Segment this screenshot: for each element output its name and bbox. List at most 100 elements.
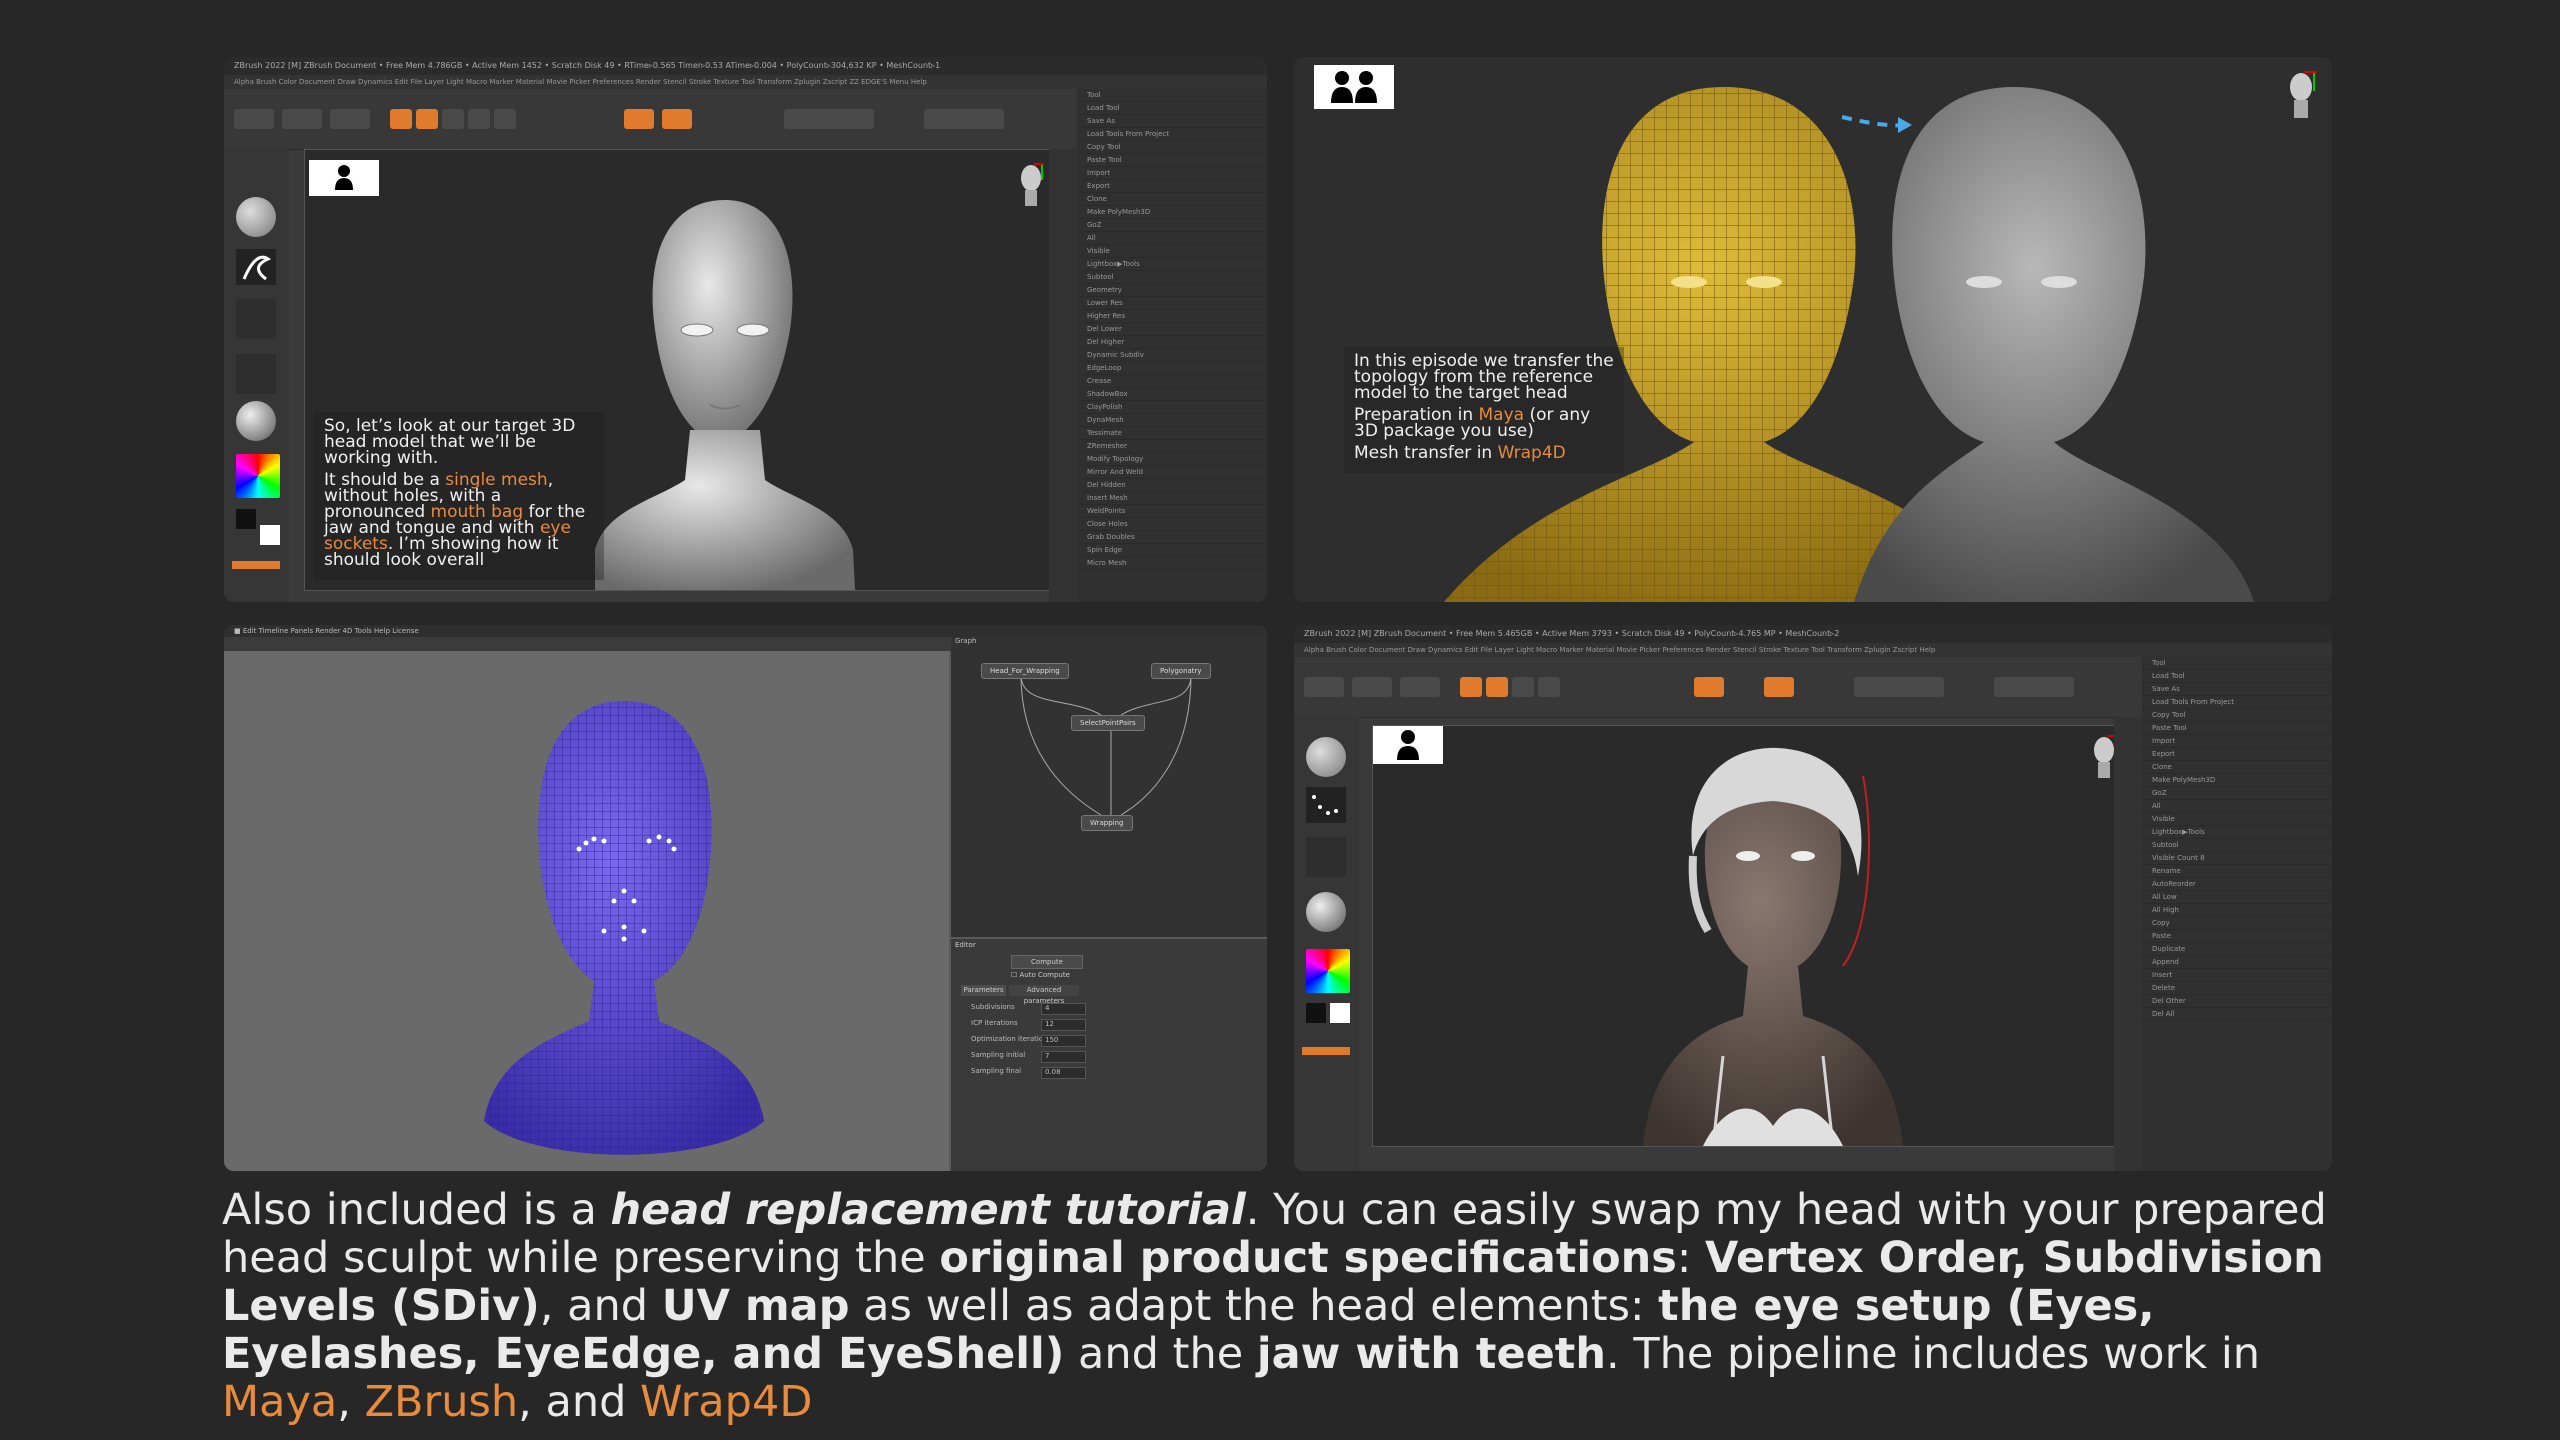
main-color-swatch[interactable] [1306,1003,1326,1023]
tool-palette-item[interactable]: ZRemesher [1077,440,1267,453]
live-boolean-button[interactable] [330,109,370,129]
scale-mode-button[interactable] [1538,677,1560,697]
field-icp-iterations[interactable]: ICP iterations 12 [971,1019,1086,1031]
zbrush-menu-bar[interactable]: Alpha Brush Color Document Draw Dynamics… [224,75,1267,89]
tool-palette-item[interactable]: All High [2142,904,2332,917]
material-thumbnail[interactable] [236,401,276,441]
color-picker[interactable] [236,454,280,498]
live-boolean-button[interactable] [1400,677,1440,697]
color-picker[interactable] [1306,949,1350,993]
tool-palette-item[interactable]: Clone [2142,761,2332,774]
tool-palette-item[interactable]: AutoReorder [2142,878,2332,891]
tool-palette-item[interactable]: Visible [2142,813,2332,826]
node-head-for-wrapping[interactable]: Head_For_Wrapping [981,663,1069,679]
mrgb-toggle[interactable] [1694,677,1724,697]
edit-mode-button[interactable] [1460,677,1482,697]
tool-palette-item[interactable]: Duplicate [2142,943,2332,956]
mrgb-toggle[interactable] [624,109,654,129]
tool-palette-item[interactable]: Spin Edge [1077,544,1267,557]
tool-palette-item[interactable]: Micro Mesh [1077,557,1267,570]
tool-palette-item[interactable]: ShadowBox [1077,388,1267,401]
tool-palette-item[interactable]: Load Tools From Project [2142,696,2332,709]
tool-palette-item[interactable]: Import [1077,167,1267,180]
tool-palette-item[interactable]: Copy [2142,917,2332,930]
tool-palette-item[interactable]: All [1077,232,1267,245]
main-color-swatch[interactable] [236,509,256,529]
tool-palette-item[interactable]: Export [1077,180,1267,193]
alternate-button[interactable] [232,561,280,569]
tool-palette-item[interactable]: Lightbox▶Tools [1077,258,1267,271]
tool-palette-item[interactable]: Export [2142,748,2332,761]
field-sampling-initial[interactable]: Sampling initial 7 [971,1051,1086,1063]
lightbox-button[interactable] [1352,677,1392,697]
navigation-head-icon[interactable] [1016,162,1046,210]
tool-palette-item[interactable]: Make PolyMesh3D [2142,774,2332,787]
node-select-point-pairs[interactable]: SelectPointPairs [1071,715,1145,731]
move-mode-button[interactable] [442,109,464,129]
tool-palette-item[interactable]: Lightbox▶Tools [2142,826,2332,839]
tool-palette-item[interactable]: Modify Topology [1077,453,1267,466]
focal-shift-slider[interactable] [1854,677,1944,697]
tab-advanced-parameters[interactable]: Advanced parameters [1009,985,1079,1005]
tool-palette-item[interactable]: ClayPolish [1077,401,1267,414]
node-wrapping[interactable]: Wrapping [1081,815,1133,831]
alpha-thumbnail[interactable] [1306,837,1346,877]
material-thumbnail[interactable] [1306,892,1346,932]
tool-palette-item[interactable]: Visible Count 8 [2142,852,2332,865]
navigation-head-icon[interactable] [2284,69,2318,123]
tool-palette-item[interactable]: Paste Tool [1077,154,1267,167]
wrap4d-viewport[interactable] [224,651,949,1171]
field-optimization-iterations[interactable]: Optimization iterations 150 [971,1035,1086,1047]
tool-palette-item[interactable]: Load Tool [1077,102,1267,115]
zbrush-menu-bar[interactable]: Alpha Brush Color Document Draw Dynamics… [1294,643,2332,657]
tool-palette-item[interactable]: Save As [1077,115,1267,128]
tool-palette-item[interactable]: Del Lower [1077,323,1267,336]
brush-thumbnail[interactable] [236,197,276,237]
tool-palette-item[interactable]: Copy Tool [2142,709,2332,722]
tool-palette-item[interactable]: Make PolyMesh3D [1077,206,1267,219]
tool-palette-item[interactable]: Del Higher [1077,336,1267,349]
tool-palette-item[interactable]: Copy Tool [1077,141,1267,154]
tool-palette-item[interactable]: Rename [2142,865,2332,878]
focal-shift-slider[interactable] [784,109,874,129]
field-subdivisions[interactable]: Subdivisions 4 [971,1003,1086,1015]
draw-mode-button[interactable] [1486,677,1508,697]
texture-thumbnail[interactable] [236,354,276,394]
tool-palette-item[interactable]: Del All [2142,1008,2332,1021]
tool-palette-item[interactable]: GoZ [2142,787,2332,800]
tool-palette-item[interactable]: Del Hidden [1077,479,1267,492]
tab-parameters[interactable]: Parameters [961,985,1006,996]
tool-palette-item[interactable]: WeldPoints [1077,505,1267,518]
tool-palette-item[interactable]: Close Holes [1077,518,1267,531]
alternate-button[interactable] [1302,1047,1350,1055]
home-page-button[interactable] [234,109,274,129]
secondary-color-swatch[interactable] [260,525,280,545]
auto-compute-checkbox[interactable]: ☐ Auto Compute [1011,971,1070,979]
wrap4d-node-graph[interactable]: Graph Head_For_Wrapping Polygonatry Sele… [951,637,1267,937]
move-mode-button[interactable] [1512,677,1534,697]
draw-mode-button[interactable] [416,109,438,129]
field-sampling-final[interactable]: Sampling final 0.08 [971,1067,1086,1079]
zadd-toggle[interactable] [1764,677,1794,697]
tool-palette-item[interactable]: DynaMesh [1077,414,1267,427]
replay-last-button[interactable] [1994,677,2074,697]
tool-palette-item[interactable]: Load Tools From Project [1077,128,1267,141]
tool-palette-item[interactable]: Load Tool [2142,670,2332,683]
tool-palette-item[interactable]: Clone [1077,193,1267,206]
alpha-thumbnail[interactable] [236,299,276,339]
compute-button[interactable]: Compute [1011,955,1083,969]
tool-palette-item[interactable]: Grab Doubles [1077,531,1267,544]
replay-last-button[interactable] [924,109,1004,129]
tool-palette-item[interactable]: Import [2142,735,2332,748]
tool-palette-item[interactable]: Dynamic Subdiv [1077,349,1267,362]
tool-palette-item[interactable]: Subtool [1077,271,1267,284]
tool-palette-item[interactable]: Insert Mesh [1077,492,1267,505]
lightbox-button[interactable] [282,109,322,129]
tool-palette-item[interactable]: Higher Res [1077,310,1267,323]
stroke-thumbnail[interactable] [236,249,276,285]
tool-palette-item[interactable]: Delete [2142,982,2332,995]
stroke-thumbnail[interactable] [1306,787,1346,823]
tool-palette-item[interactable]: Crease [1077,375,1267,388]
tool-palette-item[interactable]: Lower Res [1077,297,1267,310]
scale-mode-button[interactable] [468,109,490,129]
